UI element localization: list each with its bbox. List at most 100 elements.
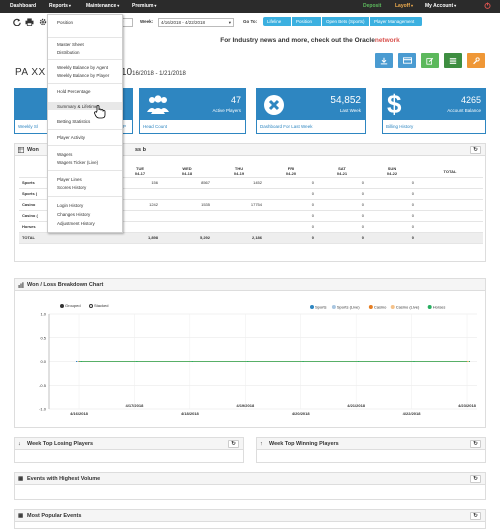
data-point [302, 361, 304, 362]
table-icon: ▦ [18, 476, 24, 482]
power-icon[interactable] [484, 2, 491, 11]
losing-players-title: Week Top Losing Players [27, 441, 94, 447]
table-cell [161, 210, 213, 222]
losing-players-header: ↓ Week Top Losing Players ↻ [15, 438, 243, 450]
tools-button[interactable] [467, 53, 485, 68]
billing-history-link[interactable]: Billing History [386, 124, 413, 129]
menu-item-betting-statistics[interactable]: Betting Statistics [57, 119, 90, 124]
table-cell: 17754 [213, 199, 265, 211]
menu-item-master-sheet[interactable]: Master Sheet [57, 42, 84, 47]
menu-item-login-history[interactable]: Login History [57, 203, 83, 208]
goto-lifeline[interactable]: Lifeline [263, 17, 292, 26]
stat-card-last-week[interactable]: 54,852 Last Week Dashboard For Last Week [256, 88, 366, 134]
refresh-button[interactable]: ↻ [470, 440, 481, 448]
column-header: SUN 04-22 [367, 166, 417, 178]
column-header-date: 04-18 [181, 171, 193, 177]
y-tick-label: -0.5 [39, 383, 47, 388]
nav-dashboard[interactable]: Dashboard [10, 3, 36, 9]
top-nav: Dashboard Reports▾ Maintenance▾ Premium▾… [0, 0, 500, 13]
menu-item-adjustment-history[interactable]: Adjustment History [57, 221, 95, 226]
legend-label: Casino [374, 305, 387, 310]
edit-button[interactable] [421, 53, 439, 68]
refresh-button[interactable]: ↻ [470, 512, 481, 520]
table-cell: 1,898 [119, 232, 161, 244]
menu-item-weekly-balance-agent[interactable]: Weekly Balance by Agent [57, 65, 108, 70]
menu-item-scores-history[interactable]: Scores History [57, 185, 86, 190]
column-header-date: 04-21 [336, 171, 348, 177]
refresh-button[interactable]: ↻ [470, 475, 481, 483]
table-cell: 1535 [161, 199, 213, 211]
nav-layoff[interactable]: Layoff▾ [395, 3, 413, 9]
data-point [80, 361, 82, 362]
menu-item-wagers[interactable]: Wagers [57, 152, 72, 157]
refresh-icon[interactable] [12, 17, 21, 27]
column-header: SAT 04-21 [317, 166, 367, 178]
table-row: TOTAL 1,898 5,292 2,186 0 0 0 [19, 232, 483, 244]
data-point [413, 361, 415, 362]
menu-item-hold-percentage[interactable]: Hold Percentage [57, 89, 91, 94]
nav-premium[interactable]: Premium▾ [132, 3, 156, 9]
account-balance-value: 4265 [460, 95, 481, 105]
stat-card-account-balance[interactable]: $ 4265 Account Balance Billing History [382, 88, 486, 134]
y-tick-label: 0.5 [40, 335, 46, 340]
stat-card-active-players[interactable]: 47 Active Players Head Count [139, 88, 246, 134]
dashboard-last-week-link[interactable]: Dashboard For Last Week [260, 124, 312, 129]
data-point [191, 361, 193, 362]
refresh-button[interactable]: ↻ [470, 146, 481, 154]
arrow-down-icon: ↓ [18, 441, 21, 447]
download-button[interactable] [375, 53, 393, 68]
chevron-down-icon: ▾ [117, 3, 120, 8]
stat-card-weekly-summary[interactable]: Weekly Sl [14, 88, 50, 134]
table-cell: 0 [317, 210, 367, 222]
oracle-logo-text: Oracle [354, 37, 375, 44]
menu-item-summary-lifetime[interactable]: Summary & Lifetime [57, 104, 98, 109]
head-count-link[interactable]: Head Count [143, 124, 167, 129]
menu-item-distribution[interactable]: Distribution [57, 50, 80, 55]
table-cell: 0 [265, 199, 317, 211]
table-cell: 0 [367, 177, 417, 189]
table-cell: 0 [265, 232, 317, 244]
data-point [467, 361, 469, 362]
menu-item-player-lines[interactable]: Player Lines [57, 177, 82, 182]
nav-premium-label: Premium [132, 3, 154, 9]
goto-position[interactable]: Position [292, 17, 322, 26]
nav-my-account[interactable]: My Account▾ [425, 3, 456, 9]
table-cell: 0 [265, 188, 317, 200]
menu-divider [48, 37, 122, 38]
table-cell [417, 188, 483, 200]
table-cell [119, 210, 161, 222]
menu-item-wagers-ticker[interactable]: Wagers Ticker (Live) [57, 160, 98, 165]
settings-icon[interactable] [38, 17, 47, 27]
table-cell [417, 210, 483, 222]
table-cell: 0 [367, 188, 417, 200]
dollar-icon: $ [387, 89, 402, 119]
menu-item-player-activity[interactable]: Player Activity [57, 135, 85, 140]
menu-item-weekly-balance-player[interactable]: Weekly Balance by Player [57, 73, 109, 78]
week-label: Week: [140, 19, 154, 24]
chevron-down-icon: ▾ [68, 3, 71, 8]
table-cell: 8567 [161, 177, 213, 189]
list-button[interactable] [444, 53, 462, 68]
data-point [247, 361, 249, 362]
table-cell: 0 [317, 188, 367, 200]
column-header-date: 04-19 [233, 171, 245, 177]
nav-reports[interactable]: Reports▾ [49, 3, 71, 9]
menu-item-changes-history[interactable]: Changes History [57, 212, 90, 217]
refresh-button[interactable]: ↻ [228, 440, 239, 448]
week-select-value: 4/16/2018 - 4/22/2018 [161, 20, 206, 25]
nav-maintenance[interactable]: Maintenance▾ [86, 3, 119, 9]
goto-player-management[interactable]: Player Management [370, 17, 423, 26]
goto-open-bets[interactable]: Open Bets (Sports) [322, 17, 370, 26]
popular-events-header: ▦ Most Popular Events ↻ [15, 510, 485, 522]
menu-item-position[interactable]: Position [57, 20, 73, 25]
legend-marker [331, 305, 336, 309]
billing-button[interactable] [398, 53, 416, 68]
nav-deposit[interactable]: Deposit [363, 3, 381, 9]
last-week-value: 54,852 [330, 95, 361, 106]
week-select[interactable]: 4/16/2018 - 4/22/2018 ▾ [158, 18, 234, 27]
menu-divider [48, 129, 122, 130]
list-icon [449, 57, 457, 64]
refresh-icon: ↻ [473, 476, 478, 482]
data-point [468, 361, 470, 362]
print-icon[interactable] [25, 17, 34, 27]
